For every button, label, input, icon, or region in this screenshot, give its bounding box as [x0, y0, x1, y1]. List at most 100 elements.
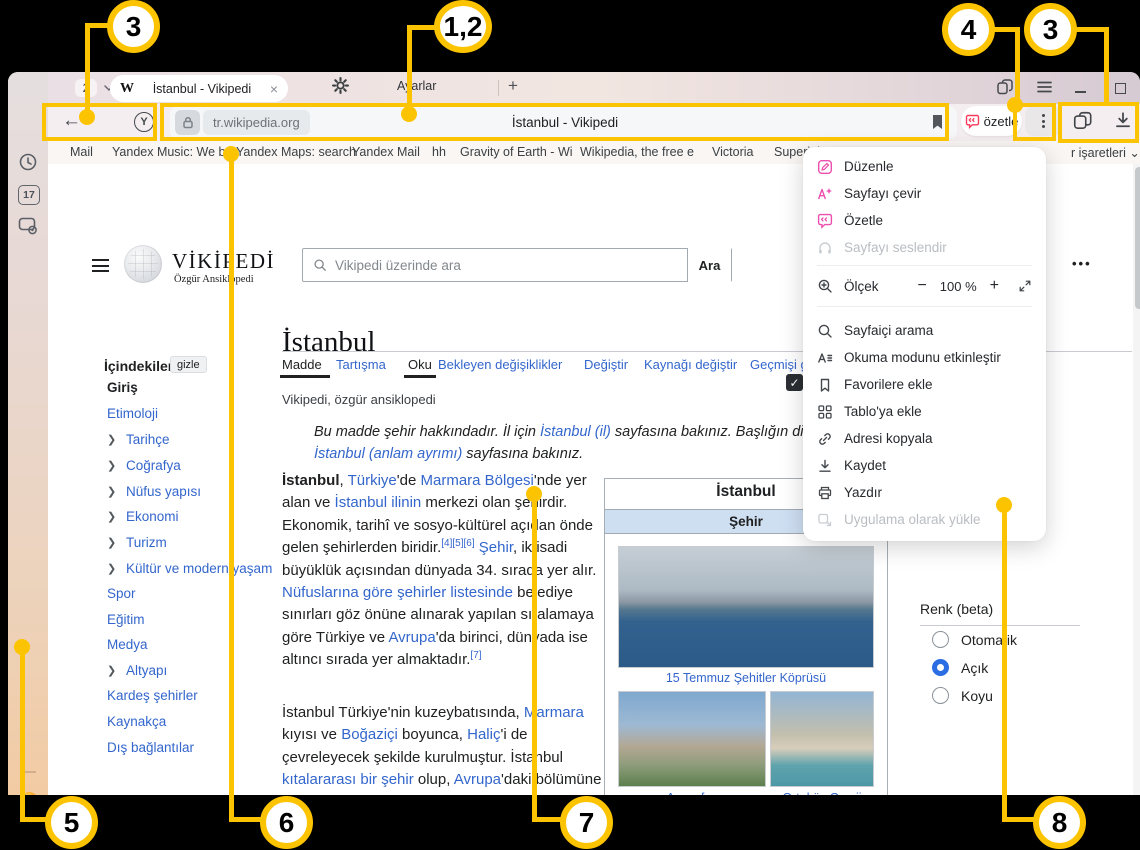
bookmark-item[interactable]: Yandex Mail — [352, 145, 420, 159]
expand-chevron-icon[interactable]: ❯ — [107, 510, 116, 523]
menu-item-kaydet[interactable]: Kaydet — [803, 452, 1046, 479]
bookmarks-overflow[interactable]: r işaretleri ⌄ — [1071, 145, 1140, 160]
toc-hide-button[interactable]: gizle — [170, 356, 207, 373]
bookmark-item[interactable]: hh — [432, 145, 446, 159]
radio-selected-icon[interactable] — [932, 659, 949, 676]
bookmark-item[interactable]: Mail — [70, 145, 93, 159]
wiki-link[interactable]: Avrupa Yakası — [282, 794, 378, 795]
article-paragraph-2: İstanbul Türkiye'nin kuzeybatısında, Mar… — [282, 702, 606, 795]
menu-item-favorilere-ekle[interactable]: Favorilere ekle — [803, 371, 1046, 398]
infobox-caption[interactable]: Ortaköy Camii — [765, 791, 879, 795]
wiki-link[interactable]: Şehir — [479, 539, 513, 556]
toc-item[interactable]: Giriş — [107, 380, 138, 395]
menu-item-adresi-kopyala[interactable]: Adresi kopyala — [803, 425, 1046, 452]
wiki-search-button[interactable]: Ara — [687, 248, 731, 282]
tab-gecmisi[interactable]: Geçmişi g — [750, 357, 808, 372]
callout-line — [20, 817, 47, 822]
wiki-link[interactable]: Avrupa — [454, 771, 501, 788]
tab-madde[interactable]: Madde — [282, 357, 322, 372]
tab-kaynagi-degistir[interactable]: Kaynağı değiştir — [644, 357, 737, 372]
bookmark-item[interactable]: Yandex Maps: search — [236, 145, 356, 159]
expand-chevron-icon[interactable]: ❯ — [107, 562, 116, 575]
pages-icon[interactable] — [996, 78, 1014, 96]
minimize-icon[interactable] — [1075, 91, 1086, 93]
wiki-search-box[interactable]: Ara — [302, 248, 732, 282]
tab-degistir[interactable]: Değiştir — [584, 357, 628, 372]
personal-tools-icon[interactable]: ••• — [1072, 256, 1092, 271]
tab-oku[interactable]: Oku — [408, 357, 432, 372]
checked-checkbox[interactable]: ✓ — [786, 374, 803, 391]
menu-item-ozetle[interactable]: Özetle — [803, 207, 1046, 234]
bridge-photo[interactable] — [618, 546, 874, 668]
toc-item[interactable]: Eğitim — [107, 612, 145, 627]
toc-item[interactable]: ❯Turizm — [126, 535, 167, 550]
ortakoy-mosque-photo[interactable] — [770, 691, 874, 787]
toc-item[interactable]: Kardeş şehirler — [107, 688, 198, 703]
toc-item[interactable]: ❯Nüfus yapısı — [126, 484, 201, 499]
expand-chevron-icon[interactable]: ❯ — [107, 664, 116, 677]
tab-settings[interactable]: Ayarlar — [332, 77, 436, 94]
wiki-link[interactable]: İstanbul (il) — [540, 424, 611, 440]
toc-item[interactable]: Spor — [107, 586, 136, 601]
menu-item-okuma-modu[interactable]: Okuma modunu etkinleştir — [803, 344, 1046, 371]
bookmark-item[interactable]: Yandex Music: We br — [112, 145, 230, 159]
radio-icon[interactable] — [932, 687, 949, 704]
wiki-link[interactable]: [4][5][6] — [441, 538, 474, 549]
toc-item[interactable]: Medya — [107, 637, 148, 652]
menu-item-sayfaici-arama[interactable]: Sayfaiçi arama — [803, 317, 1046, 344]
hagia-sophia-photo[interactable] — [618, 691, 766, 787]
radio-icon[interactable] — [932, 631, 949, 648]
new-tab-button[interactable]: + — [508, 76, 518, 96]
bookmark-item[interactable]: Wikipedia, the free e — [580, 145, 694, 159]
tab-counter-badge[interactable]: 17 — [18, 185, 40, 205]
tab-istanbul-vikipedi[interactable]: W İstanbul - Vikipedi × — [110, 75, 288, 102]
toc-item[interactable]: ❯Ekonomi — [126, 509, 179, 524]
scrollbar-thumb[interactable] — [1135, 167, 1140, 309]
infobox-caption[interactable]: 15 Temmuz Şehitler Köprüsü — [605, 671, 887, 685]
wiki-link[interactable]: İstanbul ilinin — [335, 494, 422, 511]
wiki-link[interactable]: kıtalararası bir şehir — [282, 771, 414, 788]
toc-item[interactable]: Kaynakça — [107, 714, 166, 729]
fullscreen-icon[interactable] — [1018, 279, 1032, 293]
zoom-in-button[interactable]: + — [990, 277, 999, 295]
maximize-icon[interactable] — [1115, 83, 1126, 94]
toc-item[interactable]: ❯Tarihçe — [126, 432, 170, 447]
screenshot-camera-icon[interactable] — [18, 217, 39, 236]
wiki-link[interactable]: İstanbul (anlam ayrımı) — [314, 446, 462, 462]
zoom-out-button[interactable]: − — [917, 277, 926, 295]
hamburger-menu-icon[interactable] — [92, 259, 109, 276]
wiki-link[interactable]: Nüfuslarına göre şehirler listesinde — [282, 584, 513, 601]
history-clock-icon[interactable] — [18, 152, 38, 172]
wiki-search-input[interactable] — [333, 257, 687, 274]
bookmark-item[interactable]: Victoria — [712, 145, 753, 159]
bookmark-item[interactable]: Gravity of Earth - Wi — [460, 145, 573, 159]
menu-item-sayfayi-cevir[interactable]: Sayfayı çevir — [803, 180, 1046, 207]
expand-chevron-icon[interactable]: ❯ — [107, 433, 116, 446]
tab-tartisma[interactable]: Tartışma — [336, 357, 386, 372]
menu-item-tabloya-ekle[interactable]: Tablo'ya ekle — [803, 398, 1046, 425]
wiki-link[interactable]: Haliç — [467, 726, 500, 743]
wiki-logo-title[interactable]: VİKİPEDİ — [172, 249, 275, 274]
wikipedia-globe-logo[interactable] — [124, 245, 162, 283]
toc-item[interactable]: Etimoloji — [107, 406, 158, 421]
radio-acik[interactable]: Açık — [932, 659, 988, 676]
toc-item[interactable]: Dış bağlantılar — [107, 740, 194, 755]
expand-chevron-icon[interactable]: ❯ — [107, 536, 116, 549]
expand-chevron-icon[interactable]: ❯ — [107, 459, 116, 472]
expand-chevron-icon[interactable]: ❯ — [107, 485, 116, 498]
wiki-link[interactable]: Türkiye — [348, 472, 397, 489]
wiki-link[interactable]: Asya — [521, 794, 554, 795]
infobox-caption[interactable]: Ayasofya — [618, 791, 766, 795]
wiki-link[interactable]: Marmara Bölgesi — [421, 472, 534, 489]
wiki-link[interactable]: Boğaziçi — [341, 726, 398, 743]
tab-close-icon[interactable]: × — [270, 81, 278, 97]
wiki-link[interactable]: [7] — [470, 650, 481, 661]
radio-koyu[interactable]: Koyu — [932, 687, 993, 704]
toc-item[interactable]: ❯Kültür ve modern yaşam — [126, 561, 272, 576]
tab-bekleyen[interactable]: Bekleyen değişiklikler — [438, 357, 562, 372]
toc-item[interactable]: ❯Coğrafya — [126, 458, 181, 473]
menu-item-duzenle[interactable]: Düzenle — [803, 153, 1046, 180]
menu-icon[interactable] — [1036, 80, 1053, 94]
wiki-link[interactable]: Avrupa — [388, 629, 435, 646]
toc-item[interactable]: ❯Altyapı — [126, 663, 167, 678]
